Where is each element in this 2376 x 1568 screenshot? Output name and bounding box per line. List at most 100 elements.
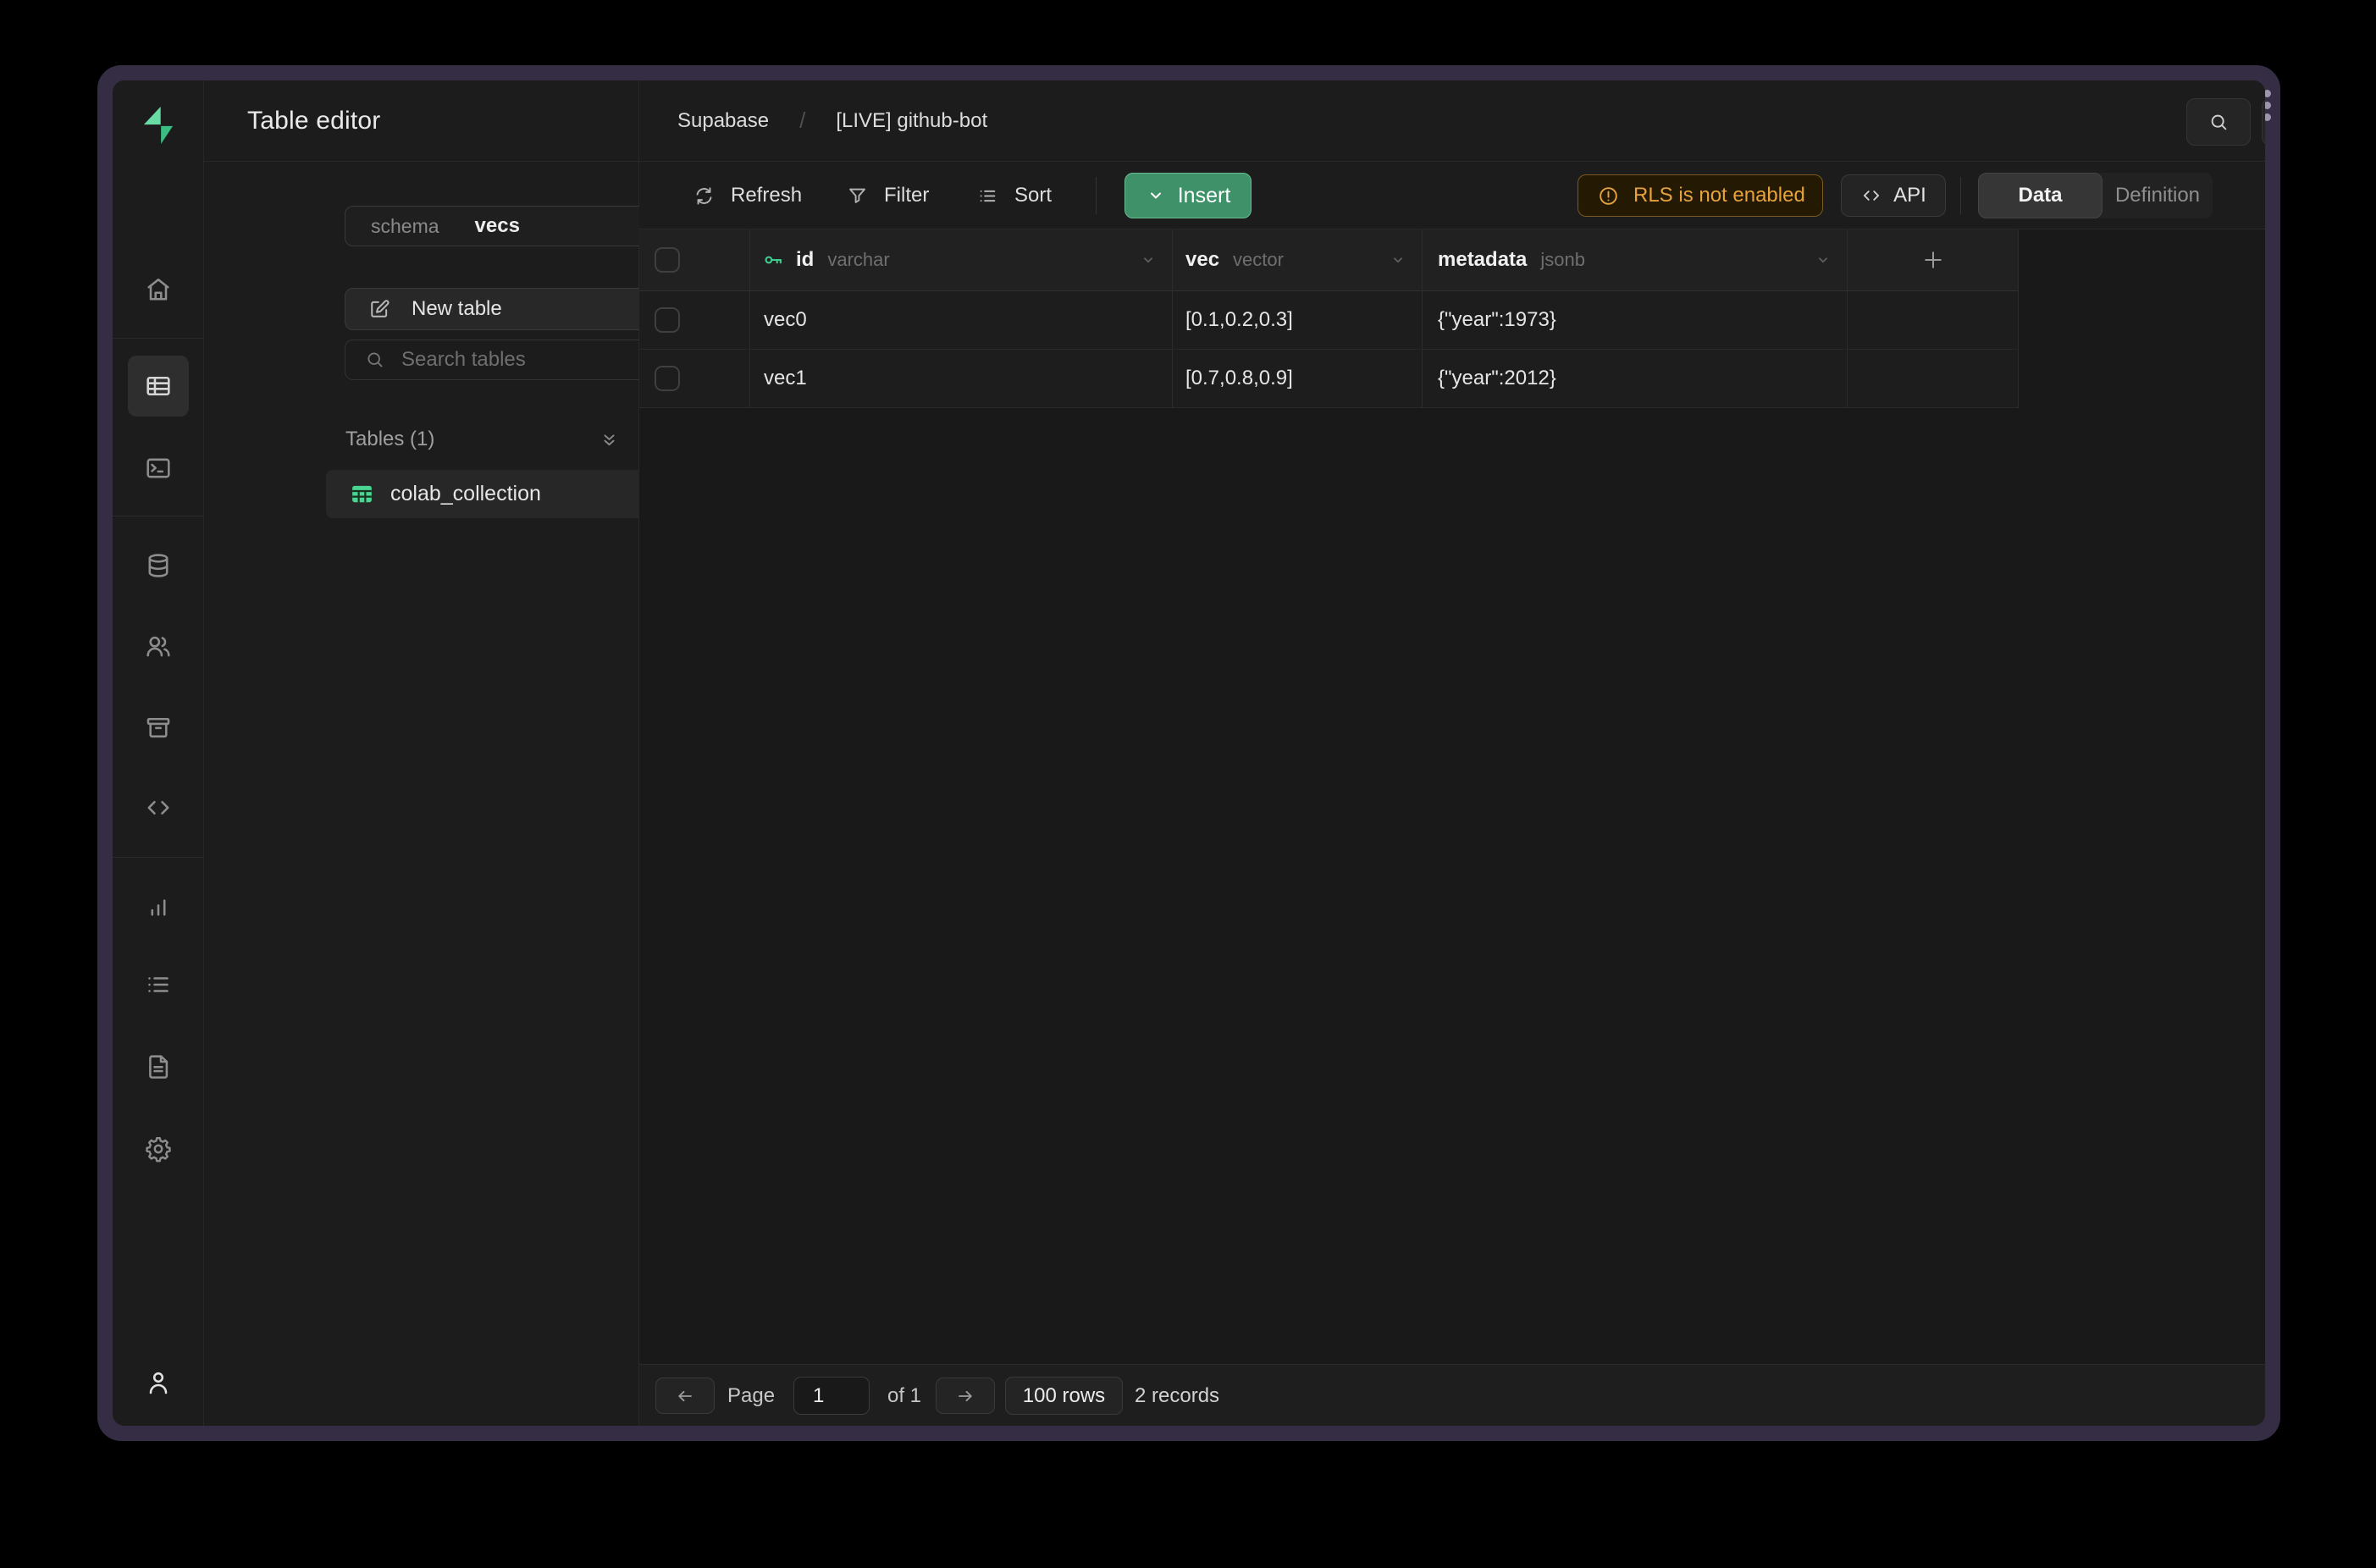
toolbar-divider xyxy=(1096,177,1097,214)
view-switcher: Data Definition xyxy=(1978,173,2213,218)
rls-warning-badge[interactable]: RLS is not enabled xyxy=(1578,174,1823,217)
page-title: Table editor xyxy=(204,107,381,135)
breadcrumb-separator: / xyxy=(799,108,805,134)
supabase-logo-icon[interactable] xyxy=(135,102,181,148)
next-page-button[interactable] xyxy=(936,1378,995,1414)
previous-page-button[interactable] xyxy=(655,1378,715,1414)
top-bar: Supabase / [LIVE] github-bot Help Feedba… xyxy=(639,80,2265,162)
grid-area: id varchar vec vector metadata jsonb xyxy=(639,229,2265,1364)
arrow-right-icon xyxy=(955,1386,975,1406)
refresh-icon xyxy=(693,185,716,207)
filter-button[interactable]: Filter xyxy=(846,162,929,229)
row-checkbox[interactable] xyxy=(655,366,680,391)
rows-per-page-button[interactable]: 100 rows xyxy=(1005,1377,1123,1415)
app-window: Table editor schema vecs New table Table xyxy=(97,65,2280,1441)
select-all-checkbox[interactable] xyxy=(655,247,680,273)
column-type: varchar xyxy=(827,249,889,271)
sidebar-item-account[interactable] xyxy=(128,1352,189,1413)
select-all-header-cell xyxy=(639,229,750,291)
rail-divider xyxy=(113,857,203,858)
cell-vec[interactable]: [0.7,0.8,0.9] xyxy=(1173,350,1423,408)
sidebar-header: Table editor xyxy=(204,80,638,162)
sidebar-item-logs[interactable] xyxy=(128,954,189,1015)
sort-button[interactable]: Sort xyxy=(976,162,1052,229)
refresh-label: Refresh xyxy=(731,184,802,207)
sidebar-item-project-settings[interactable] xyxy=(128,1118,189,1179)
column-menu-icon[interactable] xyxy=(1813,250,1833,270)
cell-id[interactable]: vec1 xyxy=(750,350,1173,408)
row-select-cell xyxy=(639,291,750,350)
sidebar-item-table-editor[interactable] xyxy=(128,356,189,417)
archive-box-icon xyxy=(143,712,174,743)
cell-metadata[interactable]: {"year":1973} xyxy=(1423,291,1848,350)
tab-data[interactable]: Data xyxy=(1978,173,2102,218)
api-label: API xyxy=(1893,184,1926,207)
column-header-id[interactable]: id varchar xyxy=(750,229,1173,291)
sidebar-item-api-docs[interactable] xyxy=(128,1036,189,1097)
insert-button[interactable]: Insert xyxy=(1124,173,1252,218)
refresh-button[interactable]: Refresh xyxy=(693,162,802,229)
sidebar-item-sql-editor[interactable] xyxy=(128,438,189,499)
search-icon xyxy=(2207,111,2230,134)
cell-empty xyxy=(1848,350,2019,408)
gear-icon xyxy=(143,1134,174,1164)
sidebar-item-authentication[interactable] xyxy=(128,616,189,676)
database-icon xyxy=(143,550,174,581)
nav-rail xyxy=(113,80,204,1426)
add-column-button[interactable] xyxy=(1920,247,1946,273)
sidebar-item-home[interactable] xyxy=(128,259,189,320)
grid-toolbar: Refresh Filter Sort Insert RLS is n xyxy=(639,162,2265,229)
sidebar-item-storage[interactable] xyxy=(128,697,189,758)
tab-definition[interactable]: Definition xyxy=(2102,184,2213,207)
help-button[interactable]: Help xyxy=(2262,98,2265,146)
supabase-app: Table editor schema vecs New table Table xyxy=(113,80,2265,1426)
column-header-metadata[interactable]: metadata jsonb xyxy=(1423,229,1848,291)
pagination-bar: Page of 1 100 rows 2 records xyxy=(639,1364,2265,1426)
breadcrumb-org[interactable]: Supabase xyxy=(677,109,769,133)
add-column-header-cell xyxy=(1848,229,2019,291)
document-icon xyxy=(143,1052,174,1082)
code-brackets-icon xyxy=(143,792,174,823)
search-button[interactable] xyxy=(2186,98,2251,146)
insert-label: Insert xyxy=(1178,184,1231,208)
search-tables-field xyxy=(345,340,683,380)
column-menu-icon[interactable] xyxy=(1138,250,1158,270)
cell-id[interactable]: vec0 xyxy=(750,291,1173,350)
page-label: Page xyxy=(727,1365,775,1426)
breadcrumb-project[interactable]: [LIVE] github-bot xyxy=(836,109,987,133)
column-header-vec[interactable]: vec vector xyxy=(1173,229,1423,291)
sidebar-item-edge-functions[interactable] xyxy=(128,777,189,838)
desktop-background: Table editor schema vecs New table Table xyxy=(0,0,2376,1568)
table-icon xyxy=(349,481,375,507)
column-type: vector xyxy=(1233,249,1284,271)
alert-circle-icon xyxy=(1597,185,1620,207)
funnel-icon xyxy=(846,185,869,207)
bar-chart-icon xyxy=(143,891,174,921)
api-button[interactable]: API xyxy=(1841,174,1946,217)
cell-empty xyxy=(1848,291,2019,350)
schema-select[interactable]: schema vecs xyxy=(345,206,683,246)
cell-vec[interactable]: [0.1,0.2,0.3] xyxy=(1173,291,1423,350)
filter-label: Filter xyxy=(884,184,929,207)
toolbar-divider xyxy=(1960,177,1961,214)
users-icon xyxy=(143,631,174,661)
sort-label: Sort xyxy=(1014,184,1052,207)
column-menu-icon[interactable] xyxy=(1388,250,1408,270)
new-table-button[interactable]: New table xyxy=(345,288,683,330)
table-name: colab_collection xyxy=(390,482,541,506)
sidebar-item-reports[interactable] xyxy=(128,875,189,936)
home-icon xyxy=(143,274,174,305)
table-editor-icon xyxy=(143,371,174,401)
row-checkbox[interactable] xyxy=(655,307,680,333)
page-number-input[interactable] xyxy=(793,1377,870,1415)
sidebar-item-database[interactable] xyxy=(128,535,189,596)
page-count-label: of 1 xyxy=(887,1365,921,1426)
column-name: metadata xyxy=(1438,248,1527,272)
new-table-label: New table xyxy=(412,297,502,321)
table-editor-sidebar: Table editor schema vecs New table Table xyxy=(204,80,639,1426)
cell-metadata[interactable]: {"year":2012} xyxy=(1423,350,1848,408)
collapse-all-icon[interactable] xyxy=(598,428,621,451)
column-name: vec xyxy=(1185,248,1219,272)
schema-value: vecs xyxy=(475,214,520,238)
tables-heading: Tables (1) xyxy=(345,428,434,451)
